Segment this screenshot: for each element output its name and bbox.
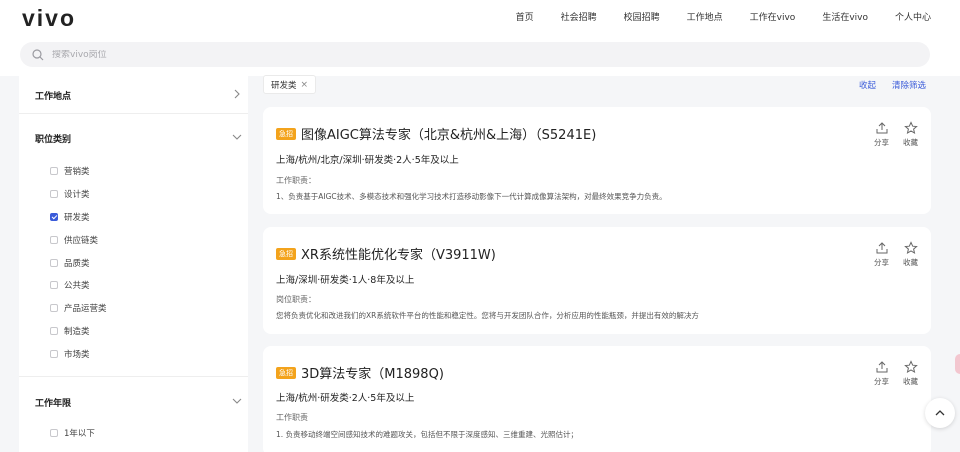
divider bbox=[19, 113, 248, 114]
nav-life-at-vivo[interactable]: 生活在vivo bbox=[822, 10, 868, 23]
category-option[interactable]: 品质类 bbox=[50, 257, 90, 269]
chevron-down-icon bbox=[232, 398, 242, 404]
filter-location-header[interactable]: 工作地点 bbox=[35, 89, 240, 102]
divider bbox=[19, 376, 248, 377]
duty-text: 1. 负责移动终端空间感知技术的难题攻关，包括但不限于深度感知、三维重建、光照估… bbox=[276, 430, 579, 439]
duty-text: 1、负责基于AIGC技术、多模态技术和强化学习技术打造移动影像下一代计算成像算法… bbox=[276, 192, 667, 201]
category-option[interactable]: 设计类 bbox=[50, 188, 90, 200]
category-option[interactable]: 市场类 bbox=[50, 348, 90, 360]
nav-home[interactable]: 首页 bbox=[516, 10, 534, 23]
job-card[interactable]: 急招 3D算法专家（M1898Q) 上海/杭州·研发类·2人·5年及以上 工作职… bbox=[263, 346, 931, 452]
search-input[interactable] bbox=[52, 49, 352, 60]
chevron-down-icon bbox=[232, 134, 242, 140]
search-icon bbox=[32, 48, 44, 60]
checkbox[interactable] bbox=[50, 304, 58, 312]
checkbox[interactable] bbox=[50, 259, 58, 267]
share-icon bbox=[876, 122, 887, 134]
vivo-logo[interactable]: vivo bbox=[22, 5, 76, 32]
duty-text: 您将负责优化和改进我们的XR系统软件平台的性能和稳定性。您将与开发团队合作，分析… bbox=[276, 311, 699, 320]
favorite-button[interactable]: 收藏 bbox=[903, 121, 918, 148]
nav-social-recruit[interactable]: 社会招聘 bbox=[561, 10, 597, 23]
category-option[interactable]: 供应链类 bbox=[50, 234, 98, 246]
checkbox[interactable] bbox=[50, 236, 58, 244]
checkbox-checked[interactable] bbox=[50, 213, 58, 221]
job-title[interactable]: 图像AIGC算法专家（北京&杭州&上海）（S5241E) bbox=[301, 124, 596, 143]
checkbox[interactable] bbox=[50, 167, 58, 175]
side-float-widget[interactable] bbox=[955, 354, 960, 374]
share-icon bbox=[876, 361, 887, 373]
checkbox[interactable] bbox=[50, 327, 58, 335]
chevron-right-icon bbox=[234, 89, 240, 99]
job-card[interactable]: 急招 图像AIGC算法专家（北京&杭州&上海）（S5241E) 上海/杭州/北京… bbox=[263, 107, 931, 214]
urgent-badge: 急招 bbox=[276, 247, 296, 260]
experience-option[interactable]: 1年以下 bbox=[50, 427, 95, 439]
share-button[interactable]: 分享 bbox=[874, 121, 889, 148]
nav-campus-recruit[interactable]: 校园招聘 bbox=[624, 10, 660, 23]
category-option[interactable]: 产品运营类 bbox=[50, 302, 107, 314]
job-card[interactable]: 急招 XR系统性能优化专家（V3911W) 上海/深圳·研发类·1人·8年及以上… bbox=[263, 227, 931, 334]
filter-links: 收起 清除筛选 bbox=[859, 79, 926, 91]
scroll-to-top-button[interactable] bbox=[925, 398, 955, 428]
category-option[interactable]: 研发类 bbox=[50, 211, 90, 223]
nav-work-location[interactable]: 工作地点 bbox=[687, 10, 723, 23]
star-icon bbox=[903, 241, 918, 255]
star-icon bbox=[903, 360, 918, 374]
nav-personal-center[interactable]: 个人中心 bbox=[895, 10, 931, 23]
duty-label: 工作职责： bbox=[276, 176, 316, 185]
active-filter-tag[interactable]: 研发类 × bbox=[263, 75, 317, 94]
checkbox[interactable] bbox=[50, 350, 58, 358]
collapse-link[interactable]: 收起 bbox=[859, 79, 876, 91]
nav-work-at-vivo[interactable]: 工作在vivo bbox=[750, 10, 796, 23]
share-button[interactable]: 分享 bbox=[874, 241, 889, 268]
search-bar[interactable] bbox=[20, 42, 930, 67]
job-meta: 上海/杭州·研发类·2人·5年及以上 bbox=[276, 393, 415, 404]
filter-experience-header[interactable]: 工作年限 bbox=[35, 396, 242, 409]
top-bar: vivo 首页 社会招聘 校园招聘 工作地点 工作在vivo 生活在vivo 个… bbox=[0, 0, 960, 76]
share-icon bbox=[876, 242, 887, 254]
checkbox[interactable] bbox=[50, 190, 58, 198]
checkbox[interactable] bbox=[50, 281, 58, 289]
duty-label: 岗位职责： bbox=[276, 295, 316, 304]
close-icon[interactable]: × bbox=[301, 80, 309, 90]
job-title[interactable]: 3D算法专家（M1898Q) bbox=[301, 363, 444, 382]
favorite-button[interactable]: 收藏 bbox=[903, 241, 918, 268]
urgent-badge: 急招 bbox=[276, 127, 296, 140]
checkbox[interactable] bbox=[50, 429, 58, 437]
category-option[interactable]: 营销类 bbox=[50, 165, 90, 177]
job-meta: 上海/深圳·研发类·1人·8年及以上 bbox=[276, 275, 415, 286]
category-option[interactable]: 公共类 bbox=[50, 279, 90, 291]
share-button[interactable]: 分享 bbox=[874, 360, 889, 387]
filter-sidebar: 工作地点 职位类别 营销类 设计类 研发类 供应链类 品质类 公共类 产品运营类… bbox=[19, 76, 248, 452]
filter-category-header[interactable]: 职位类别 bbox=[35, 132, 242, 145]
star-icon bbox=[903, 121, 918, 135]
chevron-up-icon bbox=[935, 410, 945, 416]
favorite-button[interactable]: 收藏 bbox=[903, 360, 918, 387]
urgent-badge: 急招 bbox=[276, 366, 296, 379]
category-option[interactable]: 制造类 bbox=[50, 325, 90, 337]
job-title[interactable]: XR系统性能优化专家（V3911W) bbox=[301, 244, 496, 263]
main-nav: 首页 社会招聘 校园招聘 工作地点 工作在vivo 生活在vivo 个人中心 bbox=[489, 10, 931, 23]
job-meta: 上海/杭州/北京/深圳·研发类·2人·5年及以上 bbox=[276, 155, 459, 166]
duty-label: 工作职责 bbox=[276, 413, 308, 422]
clear-filters-link[interactable]: 清除筛选 bbox=[892, 79, 926, 91]
